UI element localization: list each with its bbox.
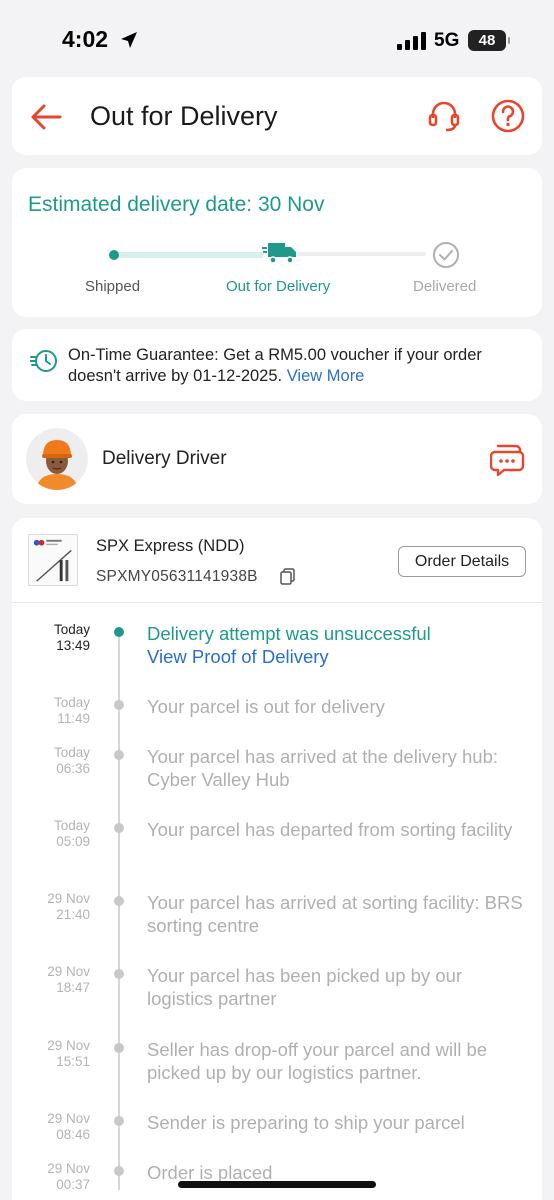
event-day: Today xyxy=(53,695,90,710)
fast-clock-icon xyxy=(30,350,57,372)
event-dot-icon xyxy=(114,750,124,760)
event-day: Today xyxy=(53,818,90,833)
event-datetime: 29 Nov 08:46 xyxy=(30,1111,90,1143)
tracking-number: SPXMY05631141938B xyxy=(96,568,258,585)
guarantee-message: On-Time Guarantee: Get a RM5.00 voucher … xyxy=(68,346,482,385)
delivered-check-icon xyxy=(433,242,459,268)
view-more-link[interactable]: View More xyxy=(287,367,365,385)
page-title: Out for Delivery xyxy=(90,101,278,131)
event-datetime: Today 11:49 xyxy=(30,695,90,727)
event-dot-icon xyxy=(114,1166,124,1176)
event-description: Seller has drop-off your parcel and will… xyxy=(147,1039,488,1083)
battery-icon: 48 xyxy=(468,30,510,51)
home-indicator[interactable] xyxy=(178,1181,376,1188)
event-datetime: Today 06:36 xyxy=(30,745,90,777)
event-description: Your parcel has arrived at the delivery … xyxy=(147,746,499,790)
tracking-card: SPX Express (NDD) SPXMY05631141938B Orde… xyxy=(12,518,542,1200)
shipped-dot-icon xyxy=(109,250,119,260)
driver-label: Delivery Driver xyxy=(102,448,227,469)
event-datetime: 29 Nov 15:51 xyxy=(30,1038,90,1070)
chat-bubbles-icon[interactable] xyxy=(490,442,526,478)
estimated-delivery-date: Estimated delivery date: 30 Nov xyxy=(28,193,325,216)
event-dot-icon xyxy=(114,1116,124,1126)
location-arrow-icon xyxy=(121,32,137,48)
event-datetime: Today 13:49 xyxy=(30,622,90,654)
event-time: 08:46 xyxy=(56,1127,90,1142)
event-day: 29 Nov xyxy=(47,1111,90,1126)
product-thumbnail xyxy=(28,534,78,586)
event-text: Delivery attempt was unsuccessful View P… xyxy=(147,622,532,668)
event-description: Your parcel has departed from sorting fa… xyxy=(147,819,513,840)
event-time: 21:40 xyxy=(56,907,90,922)
event-day: 29 Nov xyxy=(47,964,90,979)
event-dot-icon xyxy=(114,823,124,833)
event-description: Your parcel has been picked up by our lo… xyxy=(147,965,463,1009)
courier-name: SPX Express (NDD) xyxy=(96,537,245,555)
event-time: 11:49 xyxy=(57,711,90,726)
headset-icon[interactable] xyxy=(426,98,462,134)
event-dot-icon xyxy=(114,969,124,979)
event-day: Today xyxy=(53,622,90,637)
header-bar: Out for Delivery xyxy=(12,77,542,155)
event-dot-icon xyxy=(114,627,124,637)
event-datetime: 29 Nov 18:47 xyxy=(30,964,90,996)
guarantee-text: On-Time Guarantee: Get a RM5.00 voucher … xyxy=(68,345,528,387)
event-time: 15:51 xyxy=(56,1054,90,1069)
event-day: 29 Nov xyxy=(47,1038,90,1053)
step-label-delivered: Delivered xyxy=(413,278,477,295)
event-time: 13:49 xyxy=(56,638,90,653)
event-dot-icon xyxy=(114,700,124,710)
event-time: 05:09 xyxy=(56,834,90,849)
status-bar: 4:02 5G 48 xyxy=(0,0,554,70)
step-label-out-for-delivery: Out for Delivery xyxy=(226,278,331,295)
delivery-driver-card[interactable]: Delivery Driver xyxy=(12,414,542,504)
progress-line-remaining xyxy=(296,252,426,256)
delivery-progress-card: Estimated delivery date: 30 Nov Shipped … xyxy=(12,168,542,317)
event-description: Delivery attempt was unsuccessful xyxy=(147,623,431,644)
back-arrow-icon[interactable] xyxy=(28,99,64,135)
delivery-truck-icon xyxy=(262,243,296,264)
status-time: 4:02 xyxy=(62,26,109,52)
timeline-line xyxy=(118,630,120,1190)
event-datetime: 29 Nov 00:37 xyxy=(30,1161,90,1193)
event-description: Your parcel is out for delivery xyxy=(147,696,385,717)
event-dot-icon xyxy=(114,896,124,906)
step-label-shipped: Shipped xyxy=(85,278,141,295)
copy-icon[interactable] xyxy=(280,568,296,585)
help-icon[interactable] xyxy=(490,98,526,134)
event-description: Sender is preparing to ship your parcel xyxy=(147,1112,465,1133)
event-dot-icon xyxy=(114,1043,124,1053)
event-datetime: Today 05:09 xyxy=(30,818,90,850)
divider xyxy=(12,602,542,603)
order-details-button[interactable]: Order Details xyxy=(398,546,526,577)
event-day: 29 Nov xyxy=(47,1161,90,1176)
event-time: 18:47 xyxy=(56,980,90,995)
event-time: 06:36 xyxy=(56,761,90,776)
event-day: Today xyxy=(53,745,90,760)
view-proof-link[interactable]: View Proof of Delivery xyxy=(147,645,532,668)
progress-line-done xyxy=(114,252,264,258)
driver-avatar xyxy=(26,428,88,490)
event-time: 00:37 xyxy=(56,1177,90,1192)
event-day: 29 Nov xyxy=(47,891,90,906)
cellular-signal-icon xyxy=(397,32,426,50)
on-time-guarantee-banner: On-Time Guarantee: Get a RM5.00 voucher … xyxy=(12,329,542,401)
network-type: 5G xyxy=(434,30,460,51)
event-description: Your parcel has arrived at sorting facil… xyxy=(147,892,523,936)
event-datetime: 29 Nov 21:40 xyxy=(30,891,90,923)
